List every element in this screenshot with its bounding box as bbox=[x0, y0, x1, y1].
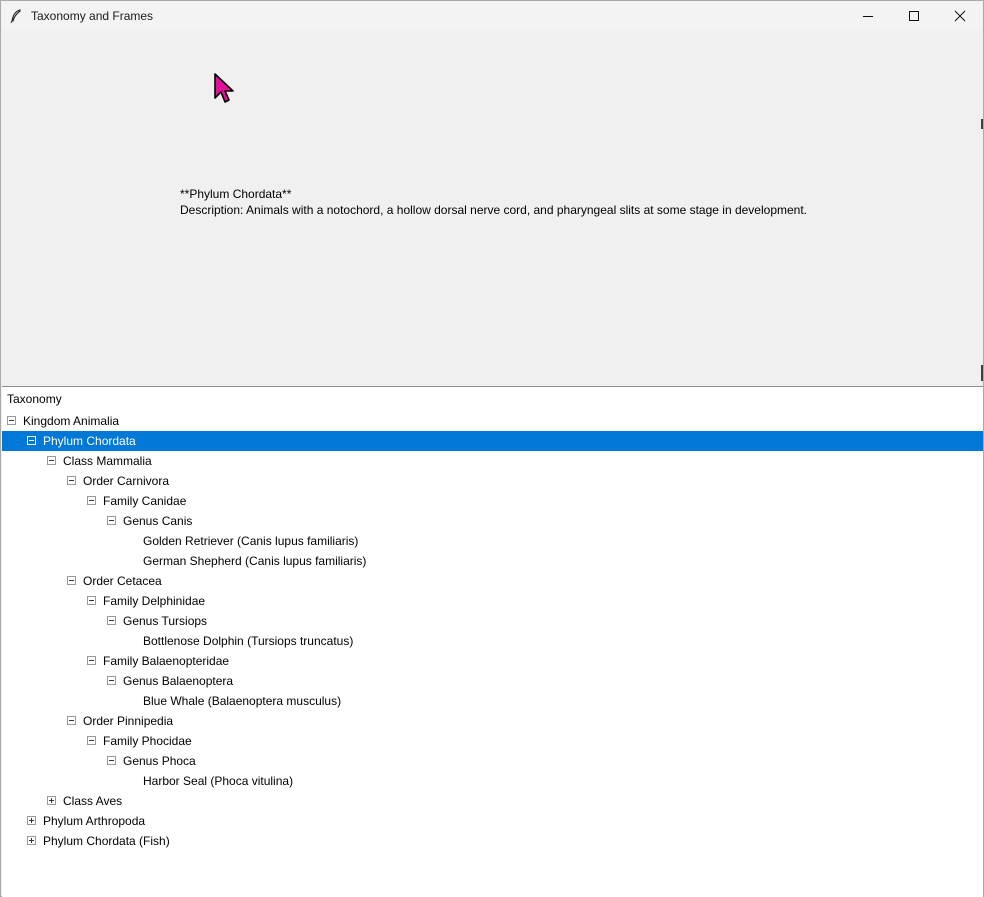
collapse-icon[interactable] bbox=[67, 716, 76, 725]
tree-item[interactable]: Order Carnivora bbox=[2, 471, 983, 491]
tree-item-label: Family Delphinidae bbox=[103, 594, 206, 608]
tree-item[interactable]: Blue Whale (Balaenoptera musculus) bbox=[2, 691, 983, 711]
maximize-icon bbox=[909, 11, 919, 21]
tree-item[interactable]: Genus Canis bbox=[2, 511, 983, 531]
tree-item-label: Genus Canis bbox=[123, 514, 193, 528]
collapse-icon[interactable] bbox=[87, 656, 96, 665]
tree-item-label: Phylum Chordata (Fish) bbox=[43, 834, 170, 848]
feather-icon bbox=[1, 1, 31, 31]
tree-item-label: Order Cetacea bbox=[83, 574, 162, 588]
tree-item-label: Family Phocidae bbox=[103, 734, 192, 748]
detail-text: **Phylum Chordata** Description: Animals… bbox=[180, 186, 807, 218]
tree-heading[interactable]: Taxonomy bbox=[2, 387, 983, 411]
tree-item-label: Family Canidae bbox=[103, 494, 187, 508]
tree-rows: Kingdom Animalia Phylum Chordata Class Mam… bbox=[2, 411, 983, 851]
tree-item[interactable]: Bottlenose Dolphin (Tursiops truncatus) bbox=[2, 631, 983, 651]
window-title: Taxonomy and Frames bbox=[31, 9, 154, 23]
tree-item-label: Order Pinnipedia bbox=[83, 714, 174, 728]
close-icon bbox=[954, 10, 966, 22]
tree-item-label: Genus Balaenoptera bbox=[123, 674, 234, 688]
tree-item[interactable]: Order Pinnipedia bbox=[2, 711, 983, 731]
tree-item-label: Genus Phoca bbox=[123, 754, 196, 768]
tree-item[interactable]: Family Canidae bbox=[2, 491, 983, 511]
collapse-icon[interactable] bbox=[67, 476, 76, 485]
collapse-icon[interactable] bbox=[107, 516, 116, 525]
tree-item[interactable]: Order Cetacea bbox=[2, 571, 983, 591]
minimize-icon bbox=[863, 16, 873, 17]
tree-item-label: Class Mammalia bbox=[63, 454, 152, 468]
tree-item[interactable]: Phylum Chordata (Fish) bbox=[2, 831, 983, 851]
collapse-icon[interactable] bbox=[27, 436, 36, 445]
close-button[interactable] bbox=[937, 1, 983, 31]
tree-item-label: Order Carnivora bbox=[83, 474, 170, 488]
tree-item[interactable]: Golden Retriever (Canis lupus familiaris… bbox=[2, 531, 983, 551]
tree-item-label: Genus Tursiops bbox=[123, 614, 208, 628]
tree-item[interactable]: Harbor Seal (Phoca vitulina) bbox=[2, 771, 983, 791]
title-bar[interactable]: Taxonomy and Frames bbox=[1, 1, 983, 31]
mouse-cursor-icon bbox=[214, 73, 234, 103]
tree-item[interactable]: Class Mammalia bbox=[2, 451, 983, 471]
maximize-button[interactable] bbox=[891, 1, 937, 31]
tree-item-label: Kingdom Animalia bbox=[23, 414, 120, 428]
collapse-icon[interactable] bbox=[87, 496, 96, 505]
minimize-button[interactable] bbox=[845, 1, 891, 31]
tree-item[interactable]: Class Aves bbox=[2, 791, 983, 811]
expand-icon[interactable] bbox=[27, 836, 36, 845]
collapse-icon[interactable] bbox=[107, 616, 116, 625]
collapse-icon[interactable] bbox=[87, 736, 96, 745]
tree-item-label: Bottlenose Dolphin (Tursiops truncatus) bbox=[143, 634, 354, 648]
app-window: Taxonomy and Frames **Phylum Chordata** … bbox=[0, 0, 984, 897]
tree-item[interactable]: Genus Phoca bbox=[2, 751, 983, 771]
collapse-icon[interactable] bbox=[7, 416, 16, 425]
collapse-icon[interactable] bbox=[47, 456, 56, 465]
collapse-icon[interactable] bbox=[87, 596, 96, 605]
collapse-icon[interactable] bbox=[107, 756, 116, 765]
tree-item[interactable]: German Shepherd (Canis lupus familiaris) bbox=[2, 551, 983, 571]
tree-item[interactable]: Phylum Chordata bbox=[2, 431, 983, 451]
tree-item-label: Harbor Seal (Phoca vitulina) bbox=[143, 774, 294, 788]
expand-icon[interactable] bbox=[47, 796, 56, 805]
taxonomy-tree[interactable]: Taxonomy Kingdom Animalia Phylum Chordata… bbox=[2, 386, 983, 897]
tree-item[interactable]: Genus Balaenoptera bbox=[2, 671, 983, 691]
frame-edge-mark bbox=[981, 365, 983, 381]
tree-item[interactable]: Genus Tursiops bbox=[2, 611, 983, 631]
detail-description: Description: Animals with a notochord, a… bbox=[180, 203, 808, 217]
tree-item[interactable]: Phylum Arthropoda bbox=[2, 811, 983, 831]
tree-item-label: German Shepherd (Canis lupus familiaris) bbox=[143, 554, 367, 568]
tree-item-label: Golden Retriever (Canis lupus familiaris… bbox=[143, 534, 359, 548]
tree-item-label: Blue Whale (Balaenoptera musculus) bbox=[143, 694, 342, 708]
detail-frame: **Phylum Chordata** Description: Animals… bbox=[1, 31, 983, 386]
detail-heading: **Phylum Chordata** bbox=[180, 187, 292, 201]
tree-item[interactable]: Family Delphinidae bbox=[2, 591, 983, 611]
frame-edge-mark bbox=[981, 119, 983, 129]
tree-item-label: Family Balaenopteridae bbox=[103, 654, 230, 668]
tree-item-label: Class Aves bbox=[63, 794, 123, 808]
tree-item[interactable]: Family Balaenopteridae bbox=[2, 651, 983, 671]
collapse-icon[interactable] bbox=[107, 676, 116, 685]
expand-icon[interactable] bbox=[27, 816, 36, 825]
tree-item-label: Phylum Chordata bbox=[43, 434, 136, 448]
window-controls bbox=[845, 1, 983, 31]
collapse-icon[interactable] bbox=[67, 576, 76, 585]
tree-item-label: Phylum Arthropoda bbox=[43, 814, 146, 828]
tree-item[interactable]: Kingdom Animalia bbox=[2, 411, 983, 431]
tree-item[interactable]: Family Phocidae bbox=[2, 731, 983, 751]
